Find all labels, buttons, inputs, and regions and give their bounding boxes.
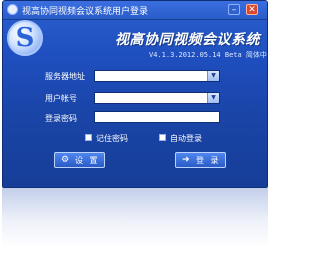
server-dropdown[interactable]: ▼ xyxy=(94,70,220,89)
server-input[interactable] xyxy=(95,78,219,89)
remember-password-label[interactable]: 记住密码 xyxy=(96,133,128,144)
password-input[interactable] xyxy=(95,119,219,130)
account-dropdown[interactable]: ▼ xyxy=(94,92,220,111)
app-icon xyxy=(7,4,18,15)
login-window: 视高协同视频会议系统用户登录 – ✕ S 视高协同视频会议系统 V4.1.3.2… xyxy=(2,0,268,188)
chevron-down-icon[interactable]: ▼ xyxy=(207,71,219,81)
server-label: 服务器地址 xyxy=(45,72,85,81)
window-title: 视高协同视频会议系统用户登录 xyxy=(22,7,149,17)
password-field[interactable] xyxy=(94,111,220,130)
version-text: V4.1.3.2012.05.14 Beta 简体中文版 xyxy=(149,51,268,59)
auto-login-label[interactable]: 自动登录 xyxy=(170,133,202,144)
app-title: 视高协同视频会议系统 xyxy=(115,32,260,48)
account-input[interactable] xyxy=(95,100,219,111)
close-button[interactable]: ✕ xyxy=(246,4,258,15)
login-button[interactable]: ➜ 登 录 xyxy=(175,152,226,168)
window-reflection xyxy=(2,188,268,248)
title-bar[interactable]: 视高协同视频会议系统用户登录 – ✕ xyxy=(3,1,267,20)
chevron-down-icon[interactable]: ▼ xyxy=(207,93,219,103)
minimize-button[interactable]: – xyxy=(228,4,240,15)
remember-password-checkbox[interactable] xyxy=(85,134,92,141)
app-logo-icon: S xyxy=(7,20,43,56)
login-button-label: 登 录 xyxy=(196,156,221,165)
password-label: 登录密码 xyxy=(45,114,77,123)
logo-letter: S xyxy=(15,23,35,53)
auto-login-checkbox[interactable] xyxy=(159,134,166,141)
account-label: 用户帐号 xyxy=(45,94,77,103)
gear-icon: ⚙ xyxy=(61,155,70,165)
settings-button[interactable]: ⚙ 设 置 xyxy=(54,152,105,168)
settings-button-label: 设 置 xyxy=(75,156,100,165)
arrow-right-icon: ➜ xyxy=(182,155,190,165)
